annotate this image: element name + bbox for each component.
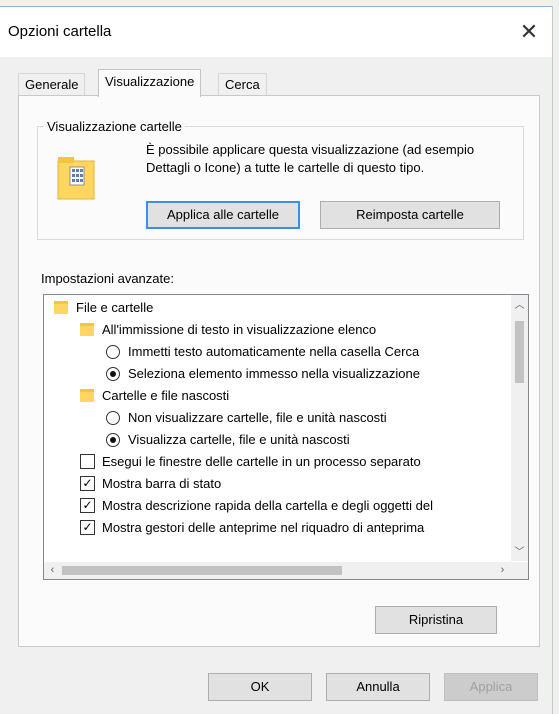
vertical-scroll-thumb[interactable] (515, 321, 524, 383)
folder-views-title: Visualizzazione cartelle (44, 119, 185, 134)
horizontal-scrollbar[interactable]: ‹ › (44, 562, 511, 579)
cancel-button[interactable]: Annulla (326, 673, 430, 701)
tree-item-label: File e cartelle (76, 300, 154, 315)
tab-generale[interactable]: Generale (18, 73, 86, 96)
folder-icon (80, 323, 94, 336)
checkbox-label: Mostra descrizione rapida della cartella… (102, 498, 433, 513)
horizontal-scroll-thumb[interactable] (62, 566, 342, 575)
checkbox-label: Esegui le finestre delle cartelle in un … (102, 454, 421, 469)
restore-defaults-button[interactable]: Ripristina (375, 606, 497, 634)
radio-label: Seleziona elemento immesso nella visuali… (128, 366, 420, 381)
apply-button: Applica (444, 673, 538, 701)
folder-views-group: Visualizzazione cartelle È possibile app… (37, 119, 524, 240)
checkmark-icon[interactable]: ✓ (80, 520, 95, 535)
radio-button[interactable] (106, 345, 120, 359)
advanced-settings-tree: File e cartelle All'immissione di testo … (43, 294, 529, 580)
apply-to-folders-button[interactable]: Applica alle cartelle (146, 201, 300, 229)
folder-icon (54, 301, 68, 314)
scroll-corner (511, 562, 528, 579)
vertical-scrollbar[interactable]: ︿ ﹀ (511, 295, 528, 561)
scroll-up-icon[interactable]: ︿ (511, 297, 528, 314)
close-icon[interactable]: ✕ (514, 17, 544, 47)
advanced-settings-label: Impostazioni avanzate: (41, 271, 174, 286)
scroll-down-icon[interactable]: ﹀ (511, 544, 528, 561)
title-bar: Opzioni cartella ✕ (0, 7, 552, 57)
radio-button[interactable] (106, 433, 120, 447)
ok-button[interactable]: OK (208, 673, 312, 701)
tab-cerca[interactable]: Cerca (218, 73, 267, 96)
folder-icon (57, 157, 95, 200)
checkmark-icon[interactable]: ✓ (80, 476, 95, 491)
folder-icon (80, 389, 94, 402)
checkbox-label: Mostra barra di stato (102, 476, 222, 491)
checkbox-label: Mostra gestori delle anteprime nel riqua… (102, 520, 425, 535)
checkmark-icon[interactable]: ✓ (80, 498, 95, 513)
reset-folders-button[interactable]: Reimposta cartelle (320, 201, 500, 229)
folder-options-dialog: Opzioni cartella ✕ Generale Visualizzazi… (0, 6, 553, 714)
radio-label: Non visualizzare cartelle, file e unità … (128, 410, 387, 425)
radio-button[interactable] (106, 411, 120, 425)
radio-label: Visualizza cartelle, file e unità nascos… (128, 432, 350, 447)
tab-panel-visualizzazione: Visualizzazione cartelle È possibile app… (18, 95, 540, 647)
radio-button[interactable] (106, 367, 120, 381)
scroll-right-icon[interactable]: › (494, 562, 511, 579)
tab-visualizzazione[interactable]: Visualizzazione (98, 69, 202, 97)
radio-label: Immetti testo automaticamente nella case… (128, 344, 420, 359)
folder-views-description: È possibile applicare questa visualizzaz… (146, 142, 475, 175)
dialog-title: Opzioni cartella (8, 23, 112, 40)
tree-item-label: Cartelle e file nascosti (102, 388, 230, 403)
tree-item-label: All'immissione di testo in visualizzazio… (102, 322, 377, 337)
scroll-left-icon[interactable]: ‹ (44, 562, 61, 579)
checkbox[interactable] (80, 454, 95, 469)
